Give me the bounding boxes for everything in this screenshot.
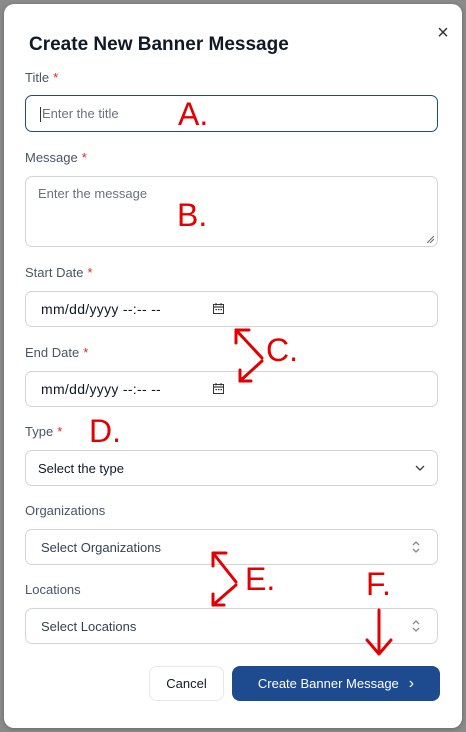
arrow-e-down xyxy=(211,583,238,607)
annotation-arrows xyxy=(211,328,393,656)
arrow-e-up xyxy=(211,551,238,584)
arrow-c-down xyxy=(238,359,264,383)
arrow-c-up xyxy=(234,328,264,360)
